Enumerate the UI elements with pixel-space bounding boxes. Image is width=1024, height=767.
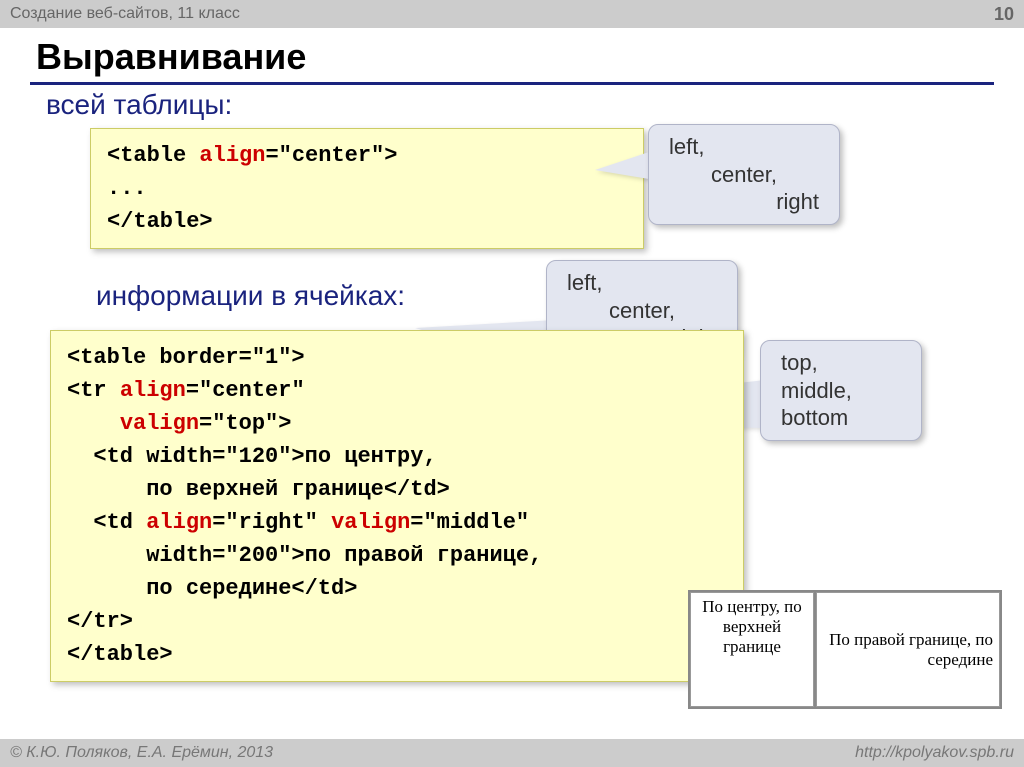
callout-pointer <box>595 150 655 180</box>
code-line: <table border="1"> <box>67 341 727 374</box>
section1-heading: всей таблицы: <box>46 89 1024 121</box>
example-cell-1: По центру, по верхней границе <box>690 592 814 707</box>
code-line: <table align="center"> <box>107 139 627 172</box>
callout-value: center, <box>669 161 819 189</box>
code-line: <td width="120">по центру, <box>67 440 727 473</box>
callout-value: left, <box>669 133 819 161</box>
code-line: по верхней границе</td> <box>67 473 727 506</box>
page-title: Выравнивание <box>36 36 1024 78</box>
callout-value: left, <box>567 269 717 297</box>
course-title: Создание веб-сайтов, 11 класс <box>10 5 240 23</box>
code-line: </tr> <box>67 605 727 638</box>
title-underline <box>30 82 994 85</box>
code-line: ... <box>107 172 627 205</box>
code-line: <td align="right" valign="middle" <box>67 506 727 539</box>
callout-value: top, <box>781 349 901 377</box>
code-line: width="200">по правой границе, <box>67 539 727 572</box>
callout-valign-values: top, middle, bottom <box>760 340 922 441</box>
code-line: </table> <box>107 205 627 238</box>
code-line: valign="top"> <box>67 407 727 440</box>
page-number: 10 <box>994 4 1014 25</box>
section2-heading: информации в ячейках: <box>96 280 405 312</box>
callout-value: right <box>669 188 819 216</box>
callout-value: bottom <box>781 404 901 432</box>
code-line: <tr align="center" <box>67 374 727 407</box>
code-line: по середине</td> <box>67 572 727 605</box>
code-block-cell-align: <table border="1"> <tr align="center" va… <box>50 330 744 682</box>
code-block-table-align: <table align="center"> ... </table> <box>90 128 644 249</box>
code-line: </table> <box>67 638 727 671</box>
callout-align-values: left, center, right <box>648 124 840 225</box>
callout-value: center, <box>567 297 717 325</box>
footer-copyright: © К.Ю. Поляков, Е.А. Ерёмин, 2013 <box>10 744 273 762</box>
example-cell-2: По правой границе, по середине <box>816 592 1000 707</box>
slide-header: Создание веб-сайтов, 11 класс 10 <box>0 0 1024 28</box>
footer-url: http://kpolyakov.spb.ru <box>855 744 1014 762</box>
callout-value: middle, <box>781 377 901 405</box>
slide-footer: © К.Ю. Поляков, Е.А. Ерёмин, 2013 http:/… <box>0 739 1024 767</box>
example-output-table: По центру, по верхней границе По правой … <box>688 590 1002 709</box>
